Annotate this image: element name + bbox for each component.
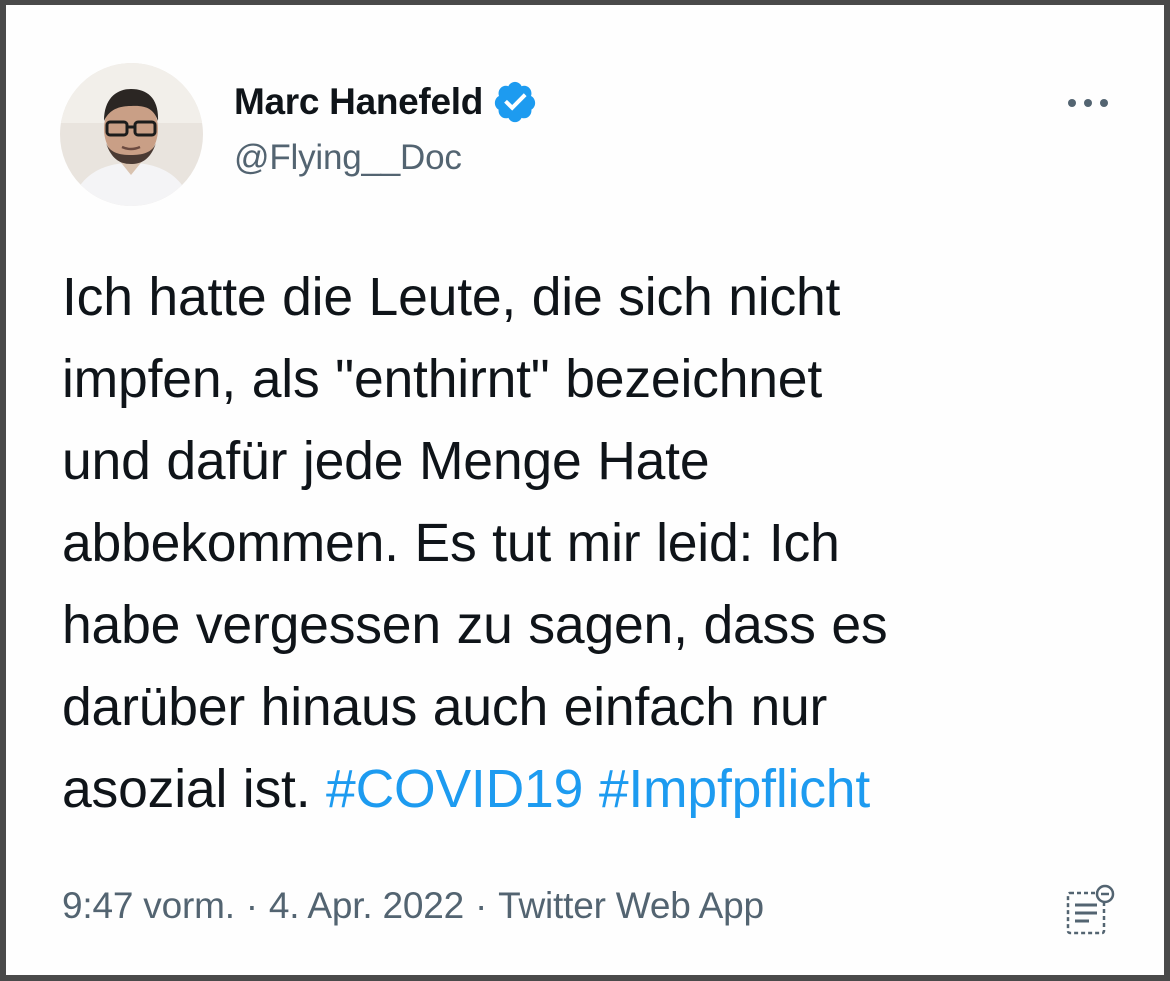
separator-dot: · bbox=[475, 885, 488, 926]
tweet-analytics-button[interactable] bbox=[1064, 883, 1116, 939]
author-handle[interactable]: @Flying__Doc bbox=[234, 138, 462, 178]
tweet-analytics-icon bbox=[1066, 884, 1115, 935]
tweet-text-line: habe vergessen zu sagen, dass es bbox=[62, 596, 888, 655]
avatar[interactable] bbox=[60, 63, 203, 206]
author-name-row[interactable]: Marc Hanefeld bbox=[234, 77, 538, 127]
verified-badge-icon bbox=[492, 79, 538, 125]
tweet-time-link[interactable]: 9:47 vorm. bbox=[62, 885, 235, 927]
tweet-text-line: impfen, als "enthirnt" bezeichnet bbox=[62, 350, 823, 409]
tweet-card: Marc Hanefeld @Flying__Doc Ich hatte die… bbox=[6, 5, 1164, 975]
hashtag-covid19-link[interactable]: #COVID19 bbox=[326, 760, 583, 819]
tweet-source-link[interactable]: Twitter Web App bbox=[498, 885, 764, 927]
tweet-text-line: asozial ist. bbox=[62, 760, 311, 819]
tweet-text-line: und dafür jede Menge Hate bbox=[62, 432, 710, 491]
screenshot-frame: Marc Hanefeld @Flying__Doc Ich hatte die… bbox=[0, 0, 1170, 981]
tweet-text-line: abbekommen. Es tut mir leid: Ich bbox=[62, 514, 840, 573]
tweet-date-link[interactable]: 4. Apr. 2022 bbox=[269, 885, 464, 927]
more-button[interactable] bbox=[1060, 85, 1116, 121]
tweet-text: Ich hatte die Leute, die sich nicht impf… bbox=[62, 257, 1132, 831]
tweet-metadata: 9:47 vorm. · 4. Apr. 2022 · Twitter Web … bbox=[62, 885, 764, 927]
tweet-text-line: darüber hinaus auch einfach nur bbox=[62, 678, 828, 737]
profile-photo-icon bbox=[60, 63, 203, 206]
author-display-name[interactable]: Marc Hanefeld bbox=[234, 81, 483, 123]
tweet-text-line: Ich hatte die Leute, die sich nicht bbox=[62, 268, 841, 327]
tweet-text-last-line: asozial ist. #COVID19 #Impfpflicht bbox=[62, 749, 1132, 831]
hashtag-impfpflicht-link[interactable]: #Impfpflicht bbox=[599, 760, 870, 819]
more-icon bbox=[1068, 99, 1108, 107]
separator-dot: · bbox=[245, 885, 258, 926]
